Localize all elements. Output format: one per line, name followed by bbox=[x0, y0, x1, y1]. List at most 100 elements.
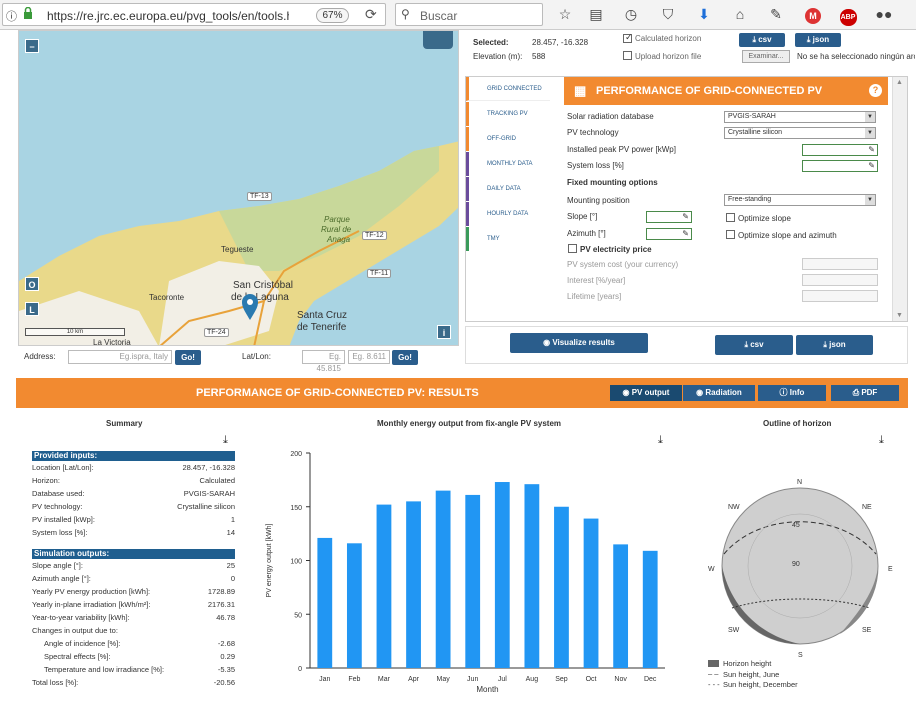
lon-input[interactable]: Eg. 8.611 bbox=[348, 350, 390, 364]
layers-toggle-button[interactable] bbox=[423, 31, 453, 49]
summary-value: 28.457, -16.328 bbox=[182, 463, 235, 472]
edit-icon: ✎ bbox=[682, 229, 689, 238]
results-json-button[interactable]: ⤓ json bbox=[796, 335, 873, 355]
horizon-json-button[interactable]: ⤓ json bbox=[795, 33, 841, 47]
system-cost-input[interactable] bbox=[802, 258, 878, 270]
lock-icon bbox=[23, 6, 32, 19]
map-view[interactable]: − O L 10 km i Tegueste San Cristóbal de … bbox=[18, 30, 459, 346]
zoom-badge[interactable]: 67% bbox=[316, 8, 349, 23]
calculated-horizon-checkbox[interactable]: ✓ bbox=[623, 32, 633, 43]
tab-daily-data[interactable]: DAILY DATA bbox=[466, 177, 550, 201]
bar-aug bbox=[524, 484, 540, 668]
summary-download-icon[interactable]: ⤓ bbox=[223, 434, 228, 447]
tab-hourly-data[interactable]: HOURLY DATA bbox=[466, 202, 550, 226]
results-title: PERFORMANCE OF GRID-CONNECTED PV: RESULT… bbox=[196, 387, 479, 399]
tab-grid-connected[interactable]: GRID CONNECTED bbox=[466, 77, 550, 101]
mounting-pos-select[interactable]: Free-standing ▼ bbox=[724, 194, 876, 206]
system-loss-label: System loss [%] bbox=[567, 161, 624, 170]
results-header: PERFORMANCE OF GRID-CONNECTED PV: RESULT… bbox=[16, 378, 908, 408]
compass-ne: NE bbox=[862, 504, 872, 511]
tab-monthly-data[interactable]: MONTHLY DATA bbox=[466, 152, 550, 176]
pv-output-tab[interactable]: ◉ PV output bbox=[610, 385, 682, 401]
url-text: https://re.jrc.ec.europa.eu/pvg_tools/en… bbox=[47, 9, 289, 23]
pocket-icon[interactable]: ⛉ bbox=[658, 4, 678, 24]
latlon-go-button[interactable]: Go! bbox=[392, 350, 418, 365]
summary-row: Yearly PV energy production [kWh]: 1728.8… bbox=[32, 585, 235, 598]
layer-o-button[interactable]: O bbox=[25, 277, 39, 291]
info-tab[interactable]: ⓘ Info bbox=[758, 385, 826, 401]
help-icon[interactable]: ? bbox=[869, 84, 882, 97]
radiation-db-select[interactable]: PVGIS-SARAH ▼ bbox=[724, 111, 876, 123]
info-icon[interactable]: ⓘ bbox=[6, 8, 17, 24]
address-go-button[interactable]: Go! bbox=[175, 350, 201, 365]
search-box[interactable]: ⚲ Buscar bbox=[395, 3, 543, 26]
compass-n: N bbox=[797, 479, 803, 486]
horizon-csv-button[interactable]: ⤓ csv bbox=[739, 33, 785, 47]
scroll-up-icon[interactable]: ▲ bbox=[896, 79, 903, 86]
selected-value: 28.457, -16.328 bbox=[532, 38, 589, 47]
address-input[interactable]: Eg.ispra, Italy bbox=[68, 350, 172, 364]
profile-extension-icon[interactable]: ●● bbox=[874, 4, 894, 24]
system-loss-input[interactable]: ✎ bbox=[802, 160, 878, 172]
summary-value: 14 bbox=[226, 528, 235, 537]
summary-key: Yearly in-plane irradiation [kWh/m²]: bbox=[32, 600, 151, 609]
summary-value: Calculated bbox=[199, 476, 235, 485]
results-csv-button[interactable]: ⤓ csv bbox=[715, 335, 793, 355]
optimize-slope-azimuth-checkbox[interactable] bbox=[726, 230, 735, 239]
horizon-download-icon[interactable]: ⤓ bbox=[879, 434, 884, 447]
slope-input[interactable]: ✎ bbox=[646, 211, 692, 223]
download-icon[interactable]: ⬇ bbox=[694, 4, 714, 24]
park-label: Anaga bbox=[327, 235, 351, 244]
reload-icon[interactable]: ⟳ bbox=[365, 6, 377, 23]
summary-value: 1728.89 bbox=[207, 587, 235, 596]
optimize-slope-checkbox[interactable] bbox=[726, 213, 735, 222]
visualize-results-button[interactable]: ◉ Visualize results bbox=[510, 333, 648, 353]
bookmark-star-icon[interactable]: ☆ bbox=[555, 4, 575, 24]
gmail-extension-icon[interactable]: M bbox=[803, 4, 823, 24]
csv-label: csv bbox=[758, 35, 772, 44]
inputs-rows: Location [Lat/Lon]: 28.457, -16.328 Horizo… bbox=[32, 461, 235, 539]
peak-power-input[interactable]: ✎ bbox=[802, 144, 878, 156]
scroll-down-icon[interactable]: ▼ bbox=[896, 312, 903, 319]
tab-off-grid[interactable]: OFF-GRID bbox=[466, 127, 550, 151]
legend-december-swatch: - - - bbox=[708, 680, 720, 689]
pv-tech-select[interactable]: Crystalline silicon ▼ bbox=[724, 127, 876, 139]
adblock-icon[interactable]: ABP bbox=[838, 4, 858, 26]
bar-oct bbox=[583, 518, 599, 668]
zoom-out-button[interactable]: − bbox=[25, 39, 39, 53]
upload-horizon-checkbox[interactable] bbox=[623, 51, 632, 60]
extension-icon[interactable]: ✎ bbox=[766, 4, 786, 24]
reader-list-icon[interactable]: ▤ bbox=[586, 4, 606, 24]
map-info-icon[interactable]: i bbox=[437, 325, 451, 339]
map-scale: 10 km bbox=[25, 328, 125, 336]
horizon-title: Outline of horizon bbox=[763, 419, 832, 428]
location-marker-icon[interactable] bbox=[241, 293, 259, 321]
layer-l-button[interactable]: L bbox=[25, 302, 39, 316]
summary-key: Total loss [%]: bbox=[32, 678, 79, 687]
bar-nov bbox=[613, 544, 629, 668]
legend-june-swatch: – – bbox=[708, 669, 719, 678]
edit-icon: ✎ bbox=[868, 161, 875, 170]
summary-key: Yearly PV energy production [kWh]: bbox=[32, 587, 151, 596]
interest-input[interactable] bbox=[802, 274, 878, 286]
azimuth-input[interactable]: ✎ bbox=[646, 228, 692, 240]
tab-tracking-pv[interactable]: TRACKING PV bbox=[466, 102, 550, 126]
summary-row: Spectral effects [%]: 0.29 bbox=[32, 650, 235, 663]
panel-scrollbar[interactable]: ▲ ▼ bbox=[892, 77, 907, 321]
panel-title: PERFORMANCE OF GRID-CONNECTED PV bbox=[596, 85, 823, 97]
home-icon[interactable]: ⌂ bbox=[730, 4, 750, 24]
lat-input[interactable]: Eg. 45.815 bbox=[302, 350, 345, 373]
x-tick-label: Apr bbox=[408, 676, 420, 683]
url-bar[interactable]: ⓘ https://re.jrc.ec.europa.eu/pvg_tools/… bbox=[2, 3, 386, 26]
lifetime-input[interactable] bbox=[802, 290, 878, 302]
history-icon[interactable]: ◷ bbox=[621, 4, 641, 24]
pv-price-checkbox[interactable] bbox=[568, 244, 577, 253]
place-label: La Victoria bbox=[93, 338, 131, 346]
radiation-tab[interactable]: ◉ Radiation bbox=[683, 385, 755, 401]
compass-e: E bbox=[888, 566, 893, 573]
pdf-tab[interactable]: ⎙ PDF bbox=[831, 385, 899, 401]
panel-header: ▦ PERFORMANCE OF GRID-CONNECTED PV ? bbox=[564, 77, 888, 105]
tab-tmy[interactable]: TMY bbox=[466, 227, 550, 251]
browse-button[interactable]: Examinar... bbox=[742, 50, 790, 63]
slope-label: Slope [°] bbox=[567, 212, 598, 221]
